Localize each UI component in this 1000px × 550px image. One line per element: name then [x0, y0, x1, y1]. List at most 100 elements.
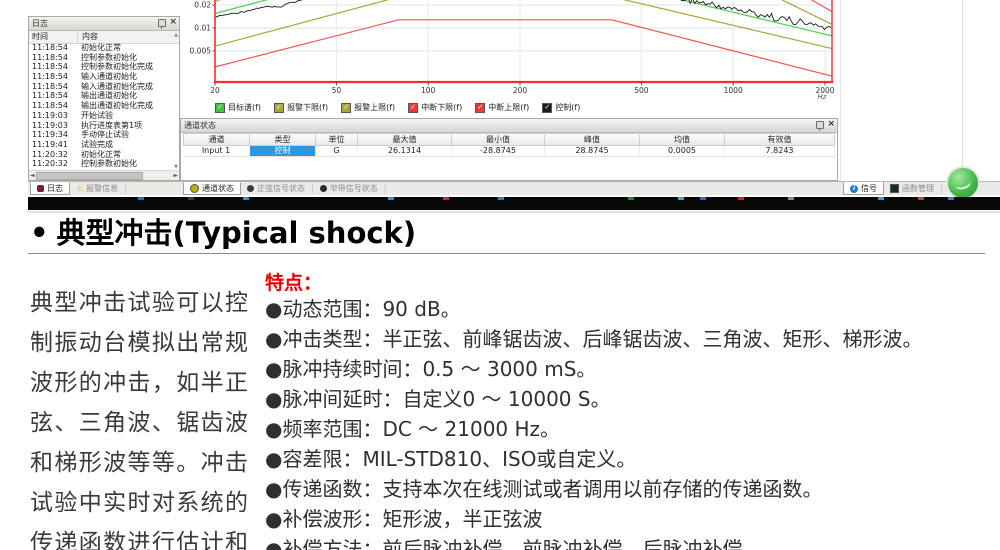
log-icon	[37, 185, 44, 192]
close-icon[interactable]: ×	[827, 120, 835, 129]
cell-peak: 28.8745	[545, 146, 640, 157]
tab-narrowband-signal-status[interactable]: 窄带信号状态	[314, 182, 384, 195]
heading-text: 典型冲击(Typical shock)	[57, 216, 417, 250]
legend-item-control: ✓控制(f)	[542, 102, 580, 113]
status-circle-icon	[320, 185, 327, 192]
log-row: 11:18:54控制参数初始化完成	[29, 62, 179, 72]
legend-checkbox[interactable]: ✓	[341, 103, 351, 113]
section-heading: •典型冲击(Typical shock)	[30, 216, 416, 250]
cell-rms: 7.8243	[725, 146, 835, 157]
legend-checkbox[interactable]: ✓	[274, 103, 284, 113]
panel-divider	[840, 0, 841, 181]
svg-text:0.02: 0.02	[194, 1, 211, 10]
log-row: 11:18:54输出通道初始化完成	[29, 101, 179, 111]
log-row: 11:20:32初始化正常	[29, 150, 179, 160]
svg-text:200: 200	[513, 86, 528, 95]
cell-mean: 0.0005	[640, 146, 725, 157]
tab-signal[interactable]: i信号	[843, 182, 884, 195]
log-row: 11:20:32控制参数初始化	[29, 159, 179, 169]
feature-item: ●动态范围：90 dB。	[265, 294, 995, 324]
svg-text:500: 500	[634, 86, 649, 95]
legend-item-alarm-upper: ✓报警上限(f)	[341, 102, 395, 113]
tab-alarm-info[interactable]: ⚠报警信息	[70, 182, 124, 195]
features-list: ●动态范围：90 dB。 ●冲击类型：半正弦、前峰锯齿波、后峰锯齿波、三角波、矩…	[265, 294, 995, 550]
status-circle-icon	[247, 185, 254, 192]
cell-type: 控制	[250, 146, 316, 157]
log-panel: 日志 × 时间 内容 ▲ 11:18:54初始化正常 11:18:54控制参数初…	[28, 16, 180, 181]
scroll-left-icon[interactable]: ◄	[30, 172, 35, 179]
heading-rule	[28, 253, 985, 254]
svg-text:0.005: 0.005	[190, 46, 212, 55]
warning-icon: ⚠	[76, 185, 83, 193]
log-col-time: 时间	[32, 31, 48, 43]
bottom-tabstrip: 日志 ⚠报警信息 | 通道状态 正弦信号状态 | 窄带信号状态 | i信号 函数…	[28, 181, 1000, 195]
channel-table-header: 通道类型 单位最大值 最小值峰值 均值有效值	[183, 133, 835, 146]
feature-item: ●冲击类型：半正弦、前峰锯齿波、后峰锯齿波、三角波、矩形、梯形波。	[265, 324, 995, 354]
pin-icon[interactable]	[816, 121, 824, 129]
log-panel-title: 日志	[32, 19, 48, 28]
svg-text:Hz: Hz	[818, 93, 827, 100]
log-row: 11:19:41试验完成	[29, 140, 179, 150]
feature-item: ●补偿波形：矩形波，半正弦波	[265, 504, 995, 534]
channel-panel-titlebar: 通道状态 ×	[181, 119, 837, 133]
function-icon	[890, 184, 899, 193]
cell-unit: G	[316, 146, 358, 157]
heading-bullet: •	[30, 216, 49, 250]
cell-min: -28.8745	[452, 146, 545, 157]
log-row: 11:19:34手动停止试验	[29, 130, 179, 140]
channel-status-panel: 通道状态 × 通道类型 单位最大值 最小值峰值 均值有效值 Input 1 控制…	[180, 118, 838, 181]
legend-item-abort-lower: ✓中断下限(f)	[408, 102, 462, 113]
legend-checkbox[interactable]: ✓	[475, 103, 485, 113]
log-row: 11:18:54输出通道初始化	[29, 91, 179, 101]
series-line	[215, 0, 832, 24]
taskbar-strip	[28, 197, 1000, 210]
series-line	[215, 0, 832, 48]
legend-item-abort-upper: ✓中断上限(f)	[475, 102, 529, 113]
separator-line	[28, 211, 1000, 213]
channel-panel-title: 通道状态	[184, 121, 216, 130]
page: 日志 × 时间 内容 ▲ 11:18:54初始化正常 11:18:54控制参数初…	[0, 0, 1000, 550]
feature-item: ●传递函数：支持本次在线测试或者调用以前存储的传递函数。	[265, 474, 995, 504]
feature-item: ●补偿方法：前后脉冲补偿、前脉冲补偿、后脉冲补偿	[265, 534, 995, 550]
log-row: 11:18:54控制参数初始化	[29, 53, 179, 63]
channel-table: 通道类型 单位最大值 最小值峰值 均值有效值 Input 1 控制 G 26.1…	[183, 133, 835, 157]
legend-item-target: ✓目标谱(f)	[215, 102, 261, 113]
shock-spectrum-chart: 205010020050010002000Hz0.020.010.005	[183, 0, 840, 100]
svg-text:0.01: 0.01	[194, 24, 211, 33]
intro-paragraph: 典型冲击试验可以控 制振动台模拟出常规 波形的冲击，如半正 弦、三角波、锯齿波 …	[30, 283, 248, 550]
tab-channel-status[interactable]: 通道状态	[183, 182, 241, 195]
pin-icon[interactable]	[158, 19, 166, 27]
progress-badge[interactable]	[946, 166, 980, 200]
log-horizontal-scrollbar[interactable]: ◄ ►	[29, 170, 179, 180]
feature-item: ●脉冲间延时：自定义0 ～ 10000 S。	[265, 384, 995, 414]
spectrum-plot: 205010020050010002000Hz0.020.010.005	[183, 0, 840, 100]
log-row: 11:19:03开始试验	[29, 111, 179, 121]
scrollbar-thumb[interactable]	[36, 172, 143, 180]
log-row: 11:18:54初始化正常	[29, 43, 179, 53]
svg-text:20: 20	[210, 86, 220, 95]
legend-checkbox[interactable]: ✓	[408, 103, 418, 113]
legend-checkbox[interactable]: ✓	[542, 103, 552, 113]
log-row: 11:18:54输入通道初始化	[29, 72, 179, 82]
cell-max: 26.1314	[358, 146, 452, 157]
window-edge-line	[962, 0, 963, 181]
scroll-up-icon[interactable]: ▲	[174, 32, 178, 38]
tab-function-manager[interactable]: 函数管理	[884, 182, 940, 195]
log-list: 11:18:54初始化正常 11:18:54控制参数初始化 11:18:54控制…	[29, 43, 179, 171]
log-row: 11:18:54输入通道初始化完成	[29, 82, 179, 92]
feature-item: ●容差限：MIL-STD810、ISO或自定义。	[265, 444, 995, 474]
svg-text:50: 50	[332, 86, 342, 95]
tab-sine-signal-status[interactable]: 正弦信号状态	[241, 182, 311, 195]
close-icon[interactable]: ×	[169, 18, 177, 27]
vibration-control-app: 日志 × 时间 内容 ▲ 11:18:54初始化正常 11:18:54控制参数初…	[0, 0, 1000, 197]
log-col-content: 内容	[77, 31, 98, 43]
log-row: 11:19:03执行进度表第1项	[29, 121, 179, 131]
series-line	[215, 0, 831, 30]
scroll-right-icon[interactable]: ►	[173, 172, 178, 179]
legend-checkbox[interactable]: ✓	[215, 103, 225, 113]
feature-item: ●频率范围：DC ～ 21000 Hz。	[265, 414, 995, 444]
legend-item-alarm-lower: ✓报警下限(f)	[274, 102, 328, 113]
tab-log[interactable]: 日志	[30, 182, 70, 195]
features-title: 特点：	[265, 268, 322, 295]
status-circle-icon	[190, 184, 199, 193]
